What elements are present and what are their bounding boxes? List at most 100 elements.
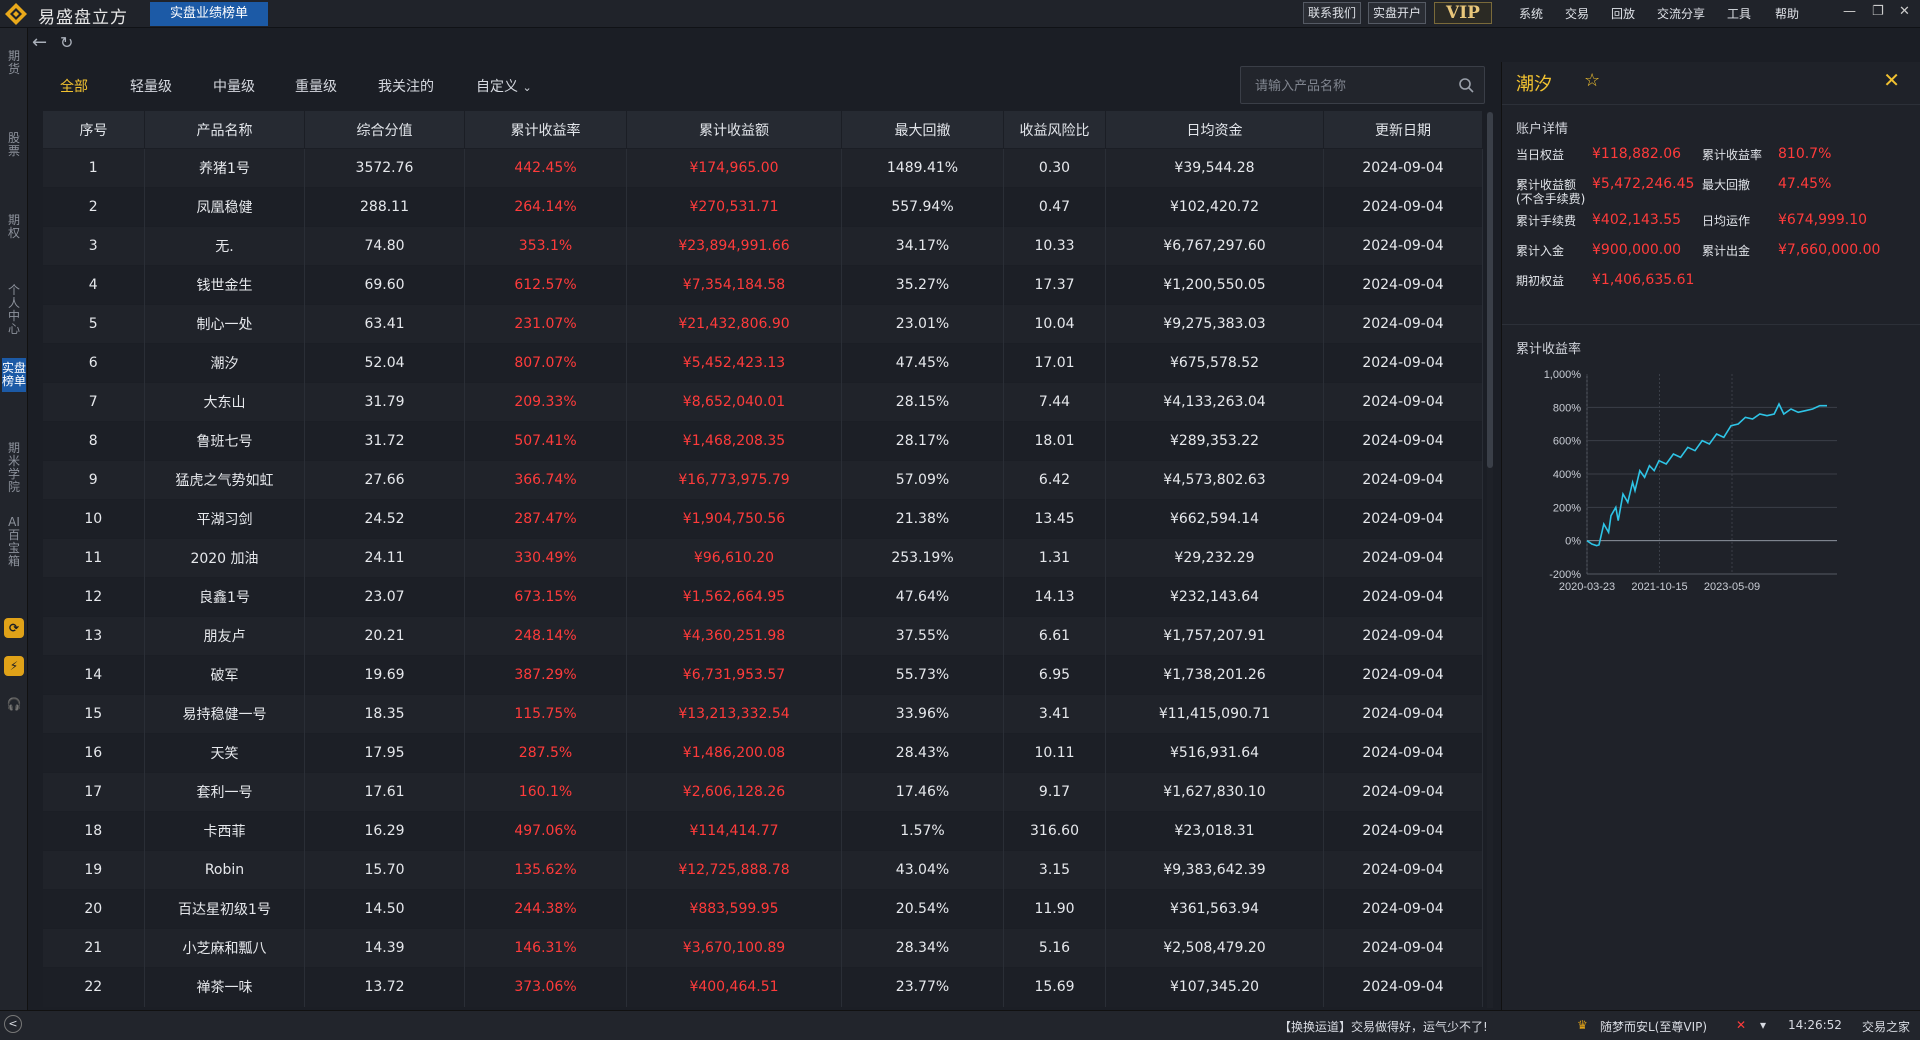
table-row[interactable]: 7 大东山 31.79 209.33% ¥8,652,040.01 28.15% 7.44 ¥… bbox=[42, 382, 1483, 422]
x-tick-label: 2023-05-09 bbox=[1704, 581, 1760, 592]
left-nav-academy[interactable]: 期米学院 bbox=[5, 442, 23, 494]
table-row[interactable]: 20 百达星初级1号 14.50 244.38% ¥883,599.95 20.54% 11… bbox=[42, 889, 1483, 929]
left-nav-stocks[interactable]: 股票 bbox=[5, 132, 23, 158]
detail-field-value: ¥5,472,246.45 bbox=[1592, 176, 1695, 192]
column-header[interactable]: 更新日期 bbox=[1323, 110, 1483, 149]
table-cell: 2024-09-04 bbox=[1323, 733, 1483, 773]
menu-tools[interactable]: 工具 bbox=[1727, 5, 1751, 22]
menu-help[interactable]: 帮助 bbox=[1775, 5, 1799, 22]
table-row[interactable]: 8 鲁班七号 31.72 507.41% ¥1,468,208.35 28.17% 18.0… bbox=[42, 421, 1483, 461]
table-cell: 2024-09-04 bbox=[1323, 616, 1483, 656]
close-icon[interactable]: ✕ bbox=[1883, 68, 1900, 92]
table-scrollbar[interactable] bbox=[1487, 112, 1493, 1008]
table-row[interactable]: 9 猛虎之气势如虹 27.66 366.74% ¥16,773,975.79 57.09%… bbox=[42, 460, 1483, 500]
column-header[interactable]: 累计收益额 bbox=[626, 110, 842, 149]
table-cell: 12 bbox=[42, 577, 145, 617]
filter-medium[interactable]: 中量级 bbox=[213, 76, 255, 96]
left-nav-personal[interactable]: 个人中心 bbox=[5, 284, 23, 336]
filter-custom[interactable]: 自定义 ⌄ bbox=[476, 76, 532, 96]
search-input[interactable] bbox=[1241, 67, 1451, 103]
close-window-icon[interactable]: ✕ bbox=[1899, 4, 1910, 19]
restore-icon[interactable]: ❐ bbox=[1872, 4, 1884, 19]
column-header[interactable]: 最大回撤 bbox=[841, 110, 1004, 149]
vip-badge[interactable]: VIP bbox=[1434, 2, 1492, 24]
table-row[interactable]: 18 卡西菲 16.29 497.06% ¥114,414.77 1.57% 316.60 ¥… bbox=[42, 811, 1483, 851]
minimize-icon[interactable]: — bbox=[1843, 4, 1856, 19]
table-cell: ¥8,652,040.01 bbox=[626, 382, 842, 422]
table-cell: ¥12,725,888.78 bbox=[626, 850, 842, 890]
table-cell: 55.73% bbox=[841, 655, 1004, 695]
replay-icon[interactable]: ⟳ bbox=[4, 618, 24, 638]
table-cell: 24.11 bbox=[304, 538, 465, 578]
table-cell: ¥270,531.71 bbox=[626, 187, 842, 227]
tab-realtime-ranking[interactable]: 实盘业绩榜单 bbox=[150, 2, 268, 26]
filter-light[interactable]: 轻量级 bbox=[130, 76, 172, 96]
table-cell: 14.39 bbox=[304, 928, 465, 968]
lightning-icon[interactable]: ⚡ bbox=[4, 656, 24, 676]
table-cell: 0.47 bbox=[1003, 187, 1106, 227]
table-cell: 2024-09-04 bbox=[1323, 772, 1483, 812]
table-cell: 20 bbox=[42, 889, 145, 929]
table-row[interactable]: 15 易持稳健一号 18.35 115.75% ¥13,213,332.54 33.96%… bbox=[42, 694, 1483, 734]
table-row[interactable]: 21 小芝麻和瓢八 14.39 146.31% ¥3,670,100.89 28.34% 5… bbox=[42, 928, 1483, 968]
column-header[interactable]: 日均资金 bbox=[1105, 110, 1324, 149]
column-header[interactable]: 序号 bbox=[42, 110, 145, 149]
table-row[interactable]: 10 平湖习剑 24.52 287.47% ¥1,904,750.56 21.38% 13.… bbox=[42, 499, 1483, 539]
column-header[interactable]: 收益风险比 bbox=[1003, 110, 1106, 149]
table-cell: 28.15% bbox=[841, 382, 1004, 422]
contact-us-button[interactable]: 联系我们 bbox=[1303, 2, 1362, 24]
menu-trade[interactable]: 交易 bbox=[1565, 5, 1589, 22]
table-row[interactable]: 6 潮汐 52.04 807.07% ¥5,452,423.13 47.45% 17.01 ¥… bbox=[42, 343, 1483, 383]
cumulative-return-chart: 1,000% 800% 600% 400% 200% 0% -200%2020-03-23 2… bbox=[1544, 369, 1837, 592]
table-cell: 破军 bbox=[144, 655, 305, 695]
left-nav-ai-toolbox[interactable]: AI百宝箱 bbox=[5, 516, 23, 568]
status-user[interactable]: 随梦而安L(至尊VIP) bbox=[1600, 1018, 1707, 1035]
open-account-button[interactable]: 实盘开户 bbox=[1368, 2, 1427, 24]
status-bar: < 【换换运道】交易做得好，运气少不了! ♛ 随梦而安L(至尊VIP) ✕ ▾ … bbox=[0, 1010, 1920, 1040]
column-header[interactable]: 综合分值 bbox=[304, 110, 465, 149]
scrollbar-thumb[interactable] bbox=[1487, 112, 1493, 468]
table-row[interactable]: 4 钱世金生 69.60 612.57% ¥7,354,184.58 35.27% 17.3… bbox=[42, 265, 1483, 305]
table-cell: 2024-09-04 bbox=[1323, 343, 1483, 383]
table-row[interactable]: 22 禅茶一味 13.72 373.06% ¥400,464.51 23.77% 15.69… bbox=[42, 967, 1483, 1007]
menu-replay[interactable]: 回放 bbox=[1611, 5, 1635, 22]
filter-followed[interactable]: 我关注的 bbox=[378, 76, 434, 96]
headset-icon[interactable]: 🎧 bbox=[4, 694, 24, 714]
table-row[interactable]: 19 Robin 15.70 135.62% ¥12,725,888.78 43.04% 3… bbox=[42, 850, 1483, 890]
filter-heavy[interactable]: 重量级 bbox=[295, 76, 337, 96]
filter-custom-label: 自定义 bbox=[476, 79, 518, 95]
table-row[interactable]: 1 养猪1号 3572.76 442.45% ¥174,965.00 1489.41% 0.… bbox=[42, 148, 1483, 188]
navigation-row: ← ↻ bbox=[28, 28, 1920, 58]
table-row[interactable]: 13 朋友卢 20.21 248.14% ¥4,360,251.98 37.55% 6.61… bbox=[42, 616, 1483, 656]
filter-all[interactable]: 全部 bbox=[60, 76, 88, 96]
back-arrow-icon[interactable]: ← bbox=[32, 32, 47, 53]
table-cell: 16 bbox=[42, 733, 145, 773]
table-row[interactable]: 3 无. 74.80 353.1% ¥23,894,991.66 34.17% 10.33 ¥… bbox=[42, 226, 1483, 266]
table-cell: 17.01 bbox=[1003, 343, 1106, 383]
table-row[interactable]: 17 套利一号 17.61 160.1% ¥2,606,128.26 17.46% 9.17… bbox=[42, 772, 1483, 812]
search-icon[interactable] bbox=[1458, 77, 1474, 93]
table-row[interactable]: 2 凤凰稳健 288.11 264.14% ¥270,531.71 557.94% 0.47… bbox=[42, 187, 1483, 227]
detail-panel: 潮汐 ☆ ✕ 账户详情 当日权益 ¥118,882.06 累计收益率 810.7% 累计… bbox=[1501, 62, 1920, 1010]
table-cell: ¥2,606,128.26 bbox=[626, 772, 842, 812]
table-cell: 7 bbox=[42, 382, 145, 422]
table-cell: ¥7,354,184.58 bbox=[626, 265, 842, 305]
table-cell: ¥29,232.29 bbox=[1105, 538, 1324, 578]
left-nav-futures[interactable]: 期货 bbox=[5, 50, 23, 76]
table-row[interactable]: 12 良鑫1号 23.07 673.15% ¥1,562,664.95 47.64% 14.… bbox=[42, 577, 1483, 617]
refresh-icon[interactable]: ↻ bbox=[60, 33, 73, 52]
detail-field-value: ¥118,882.06 bbox=[1592, 146, 1682, 162]
table-row[interactable]: 14 破军 19.69 387.29% ¥6,731,953.57 55.73% 6.95 ¥… bbox=[42, 655, 1483, 695]
table-row[interactable]: 5 制心一处 63.41 231.07% ¥21,432,806.90 23.01% 10.… bbox=[42, 304, 1483, 344]
table-row[interactable]: 16 天笑 17.95 287.5% ¥1,486,200.08 28.43% 10.11 ¥… bbox=[42, 733, 1483, 773]
left-nav-options[interactable]: 期权 bbox=[5, 214, 23, 240]
column-header[interactable]: 累计收益率 bbox=[464, 110, 627, 149]
table-cell: 0.30 bbox=[1003, 148, 1106, 188]
collapse-icon[interactable]: < bbox=[4, 1015, 22, 1033]
star-icon[interactable]: ☆ bbox=[1584, 70, 1600, 91]
menu-share[interactable]: 交流分享 bbox=[1657, 5, 1705, 22]
column-header[interactable]: 产品名称 bbox=[144, 110, 305, 149]
left-nav-ranking[interactable]: 实盘榜单 bbox=[2, 358, 26, 392]
menu-system[interactable]: 系统 bbox=[1519, 5, 1543, 22]
table-row[interactable]: 11 2020 加油 24.11 330.49% ¥96,610.20 253.19% 1.… bbox=[42, 538, 1483, 578]
